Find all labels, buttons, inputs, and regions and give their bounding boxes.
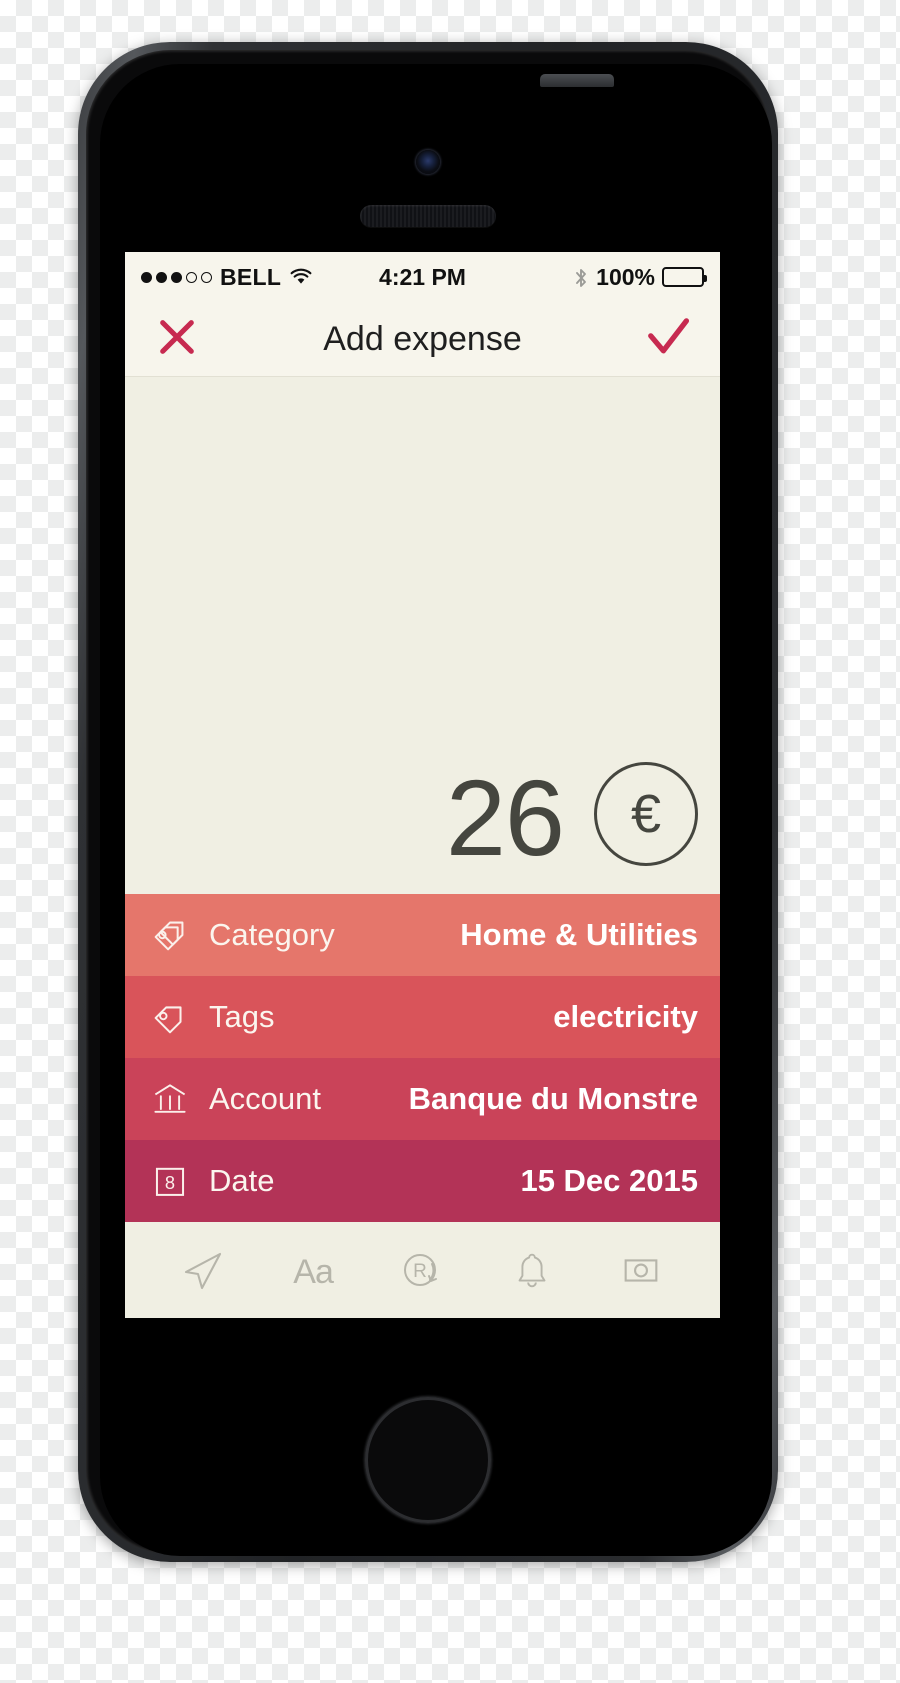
currency-badge[interactable]: € (594, 762, 698, 866)
double-tag-icon (147, 912, 193, 958)
phone-screen: BELL 4:21 PM 100% Add expense 26 € Categ… (125, 252, 720, 1318)
bluetooth-icon (573, 267, 589, 288)
status-bar: BELL 4:21 PM 100% (125, 252, 720, 302)
confirm-button[interactable] (640, 311, 696, 367)
location-arrow-icon (180, 1246, 228, 1299)
field-row-account[interactable]: Account Banque du Monstre (125, 1058, 720, 1140)
status-bar-right: 100% (573, 263, 707, 291)
bell-icon (509, 1247, 555, 1298)
page-title: Add expense (323, 319, 522, 358)
field-label-date: Date (209, 1163, 275, 1198)
text-format-icon: Aa (293, 1252, 334, 1291)
field-value-account[interactable]: Banque du Monstre (409, 1081, 698, 1117)
field-label-category: Category (209, 917, 335, 952)
toolbar-reminder-button[interactable] (497, 1237, 567, 1307)
checkmark-icon (645, 314, 691, 365)
toolbar-location-button[interactable] (169, 1237, 239, 1307)
repeat-r-icon: R (398, 1246, 446, 1299)
field-value-tags[interactable]: electricity (553, 999, 698, 1035)
close-button[interactable] (149, 311, 205, 367)
field-value-date[interactable]: 15 Dec 2015 (520, 1163, 698, 1199)
battery-icon (662, 267, 707, 287)
bank-icon (147, 1076, 193, 1122)
earpiece-speaker-icon (360, 205, 496, 227)
field-row-category[interactable]: Category Home & Utilities (125, 894, 720, 976)
signal-strength-icon (141, 271, 212, 283)
tag-icon (147, 994, 193, 1040)
navigation-bar: Add expense (125, 302, 720, 377)
amount-entry-area[interactable]: 26 € (125, 377, 720, 894)
home-button[interactable] (365, 1397, 491, 1523)
field-row-tags[interactable]: Tags electricity (125, 976, 720, 1058)
front-camera-icon (416, 150, 440, 174)
status-bar-left: BELL (141, 264, 313, 291)
camera-icon (618, 1247, 664, 1298)
field-label-tags: Tags (209, 999, 275, 1034)
field-value-category[interactable]: Home & Utilities (460, 917, 698, 953)
toolbar-photo-button[interactable] (606, 1237, 676, 1307)
calendar-icon: 8 (147, 1158, 193, 1204)
close-x-icon (155, 315, 199, 364)
toolbar-recurrence-button[interactable]: R (387, 1237, 457, 1307)
bottom-toolbar: Aa R (125, 1222, 720, 1318)
power-button[interactable] (540, 74, 614, 87)
svg-text:8: 8 (165, 1172, 175, 1193)
toolbar-note-button[interactable]: Aa (278, 1237, 348, 1307)
field-row-date[interactable]: 8 Date 15 Dec 2015 (125, 1140, 720, 1222)
battery-percentage-label: 100% (596, 263, 655, 290)
field-label-account: Account (209, 1081, 322, 1116)
amount-value[interactable]: 26 (446, 764, 565, 872)
svg-text:R: R (414, 1261, 428, 1282)
carrier-label: BELL (220, 263, 282, 290)
wifi-icon (289, 268, 313, 286)
